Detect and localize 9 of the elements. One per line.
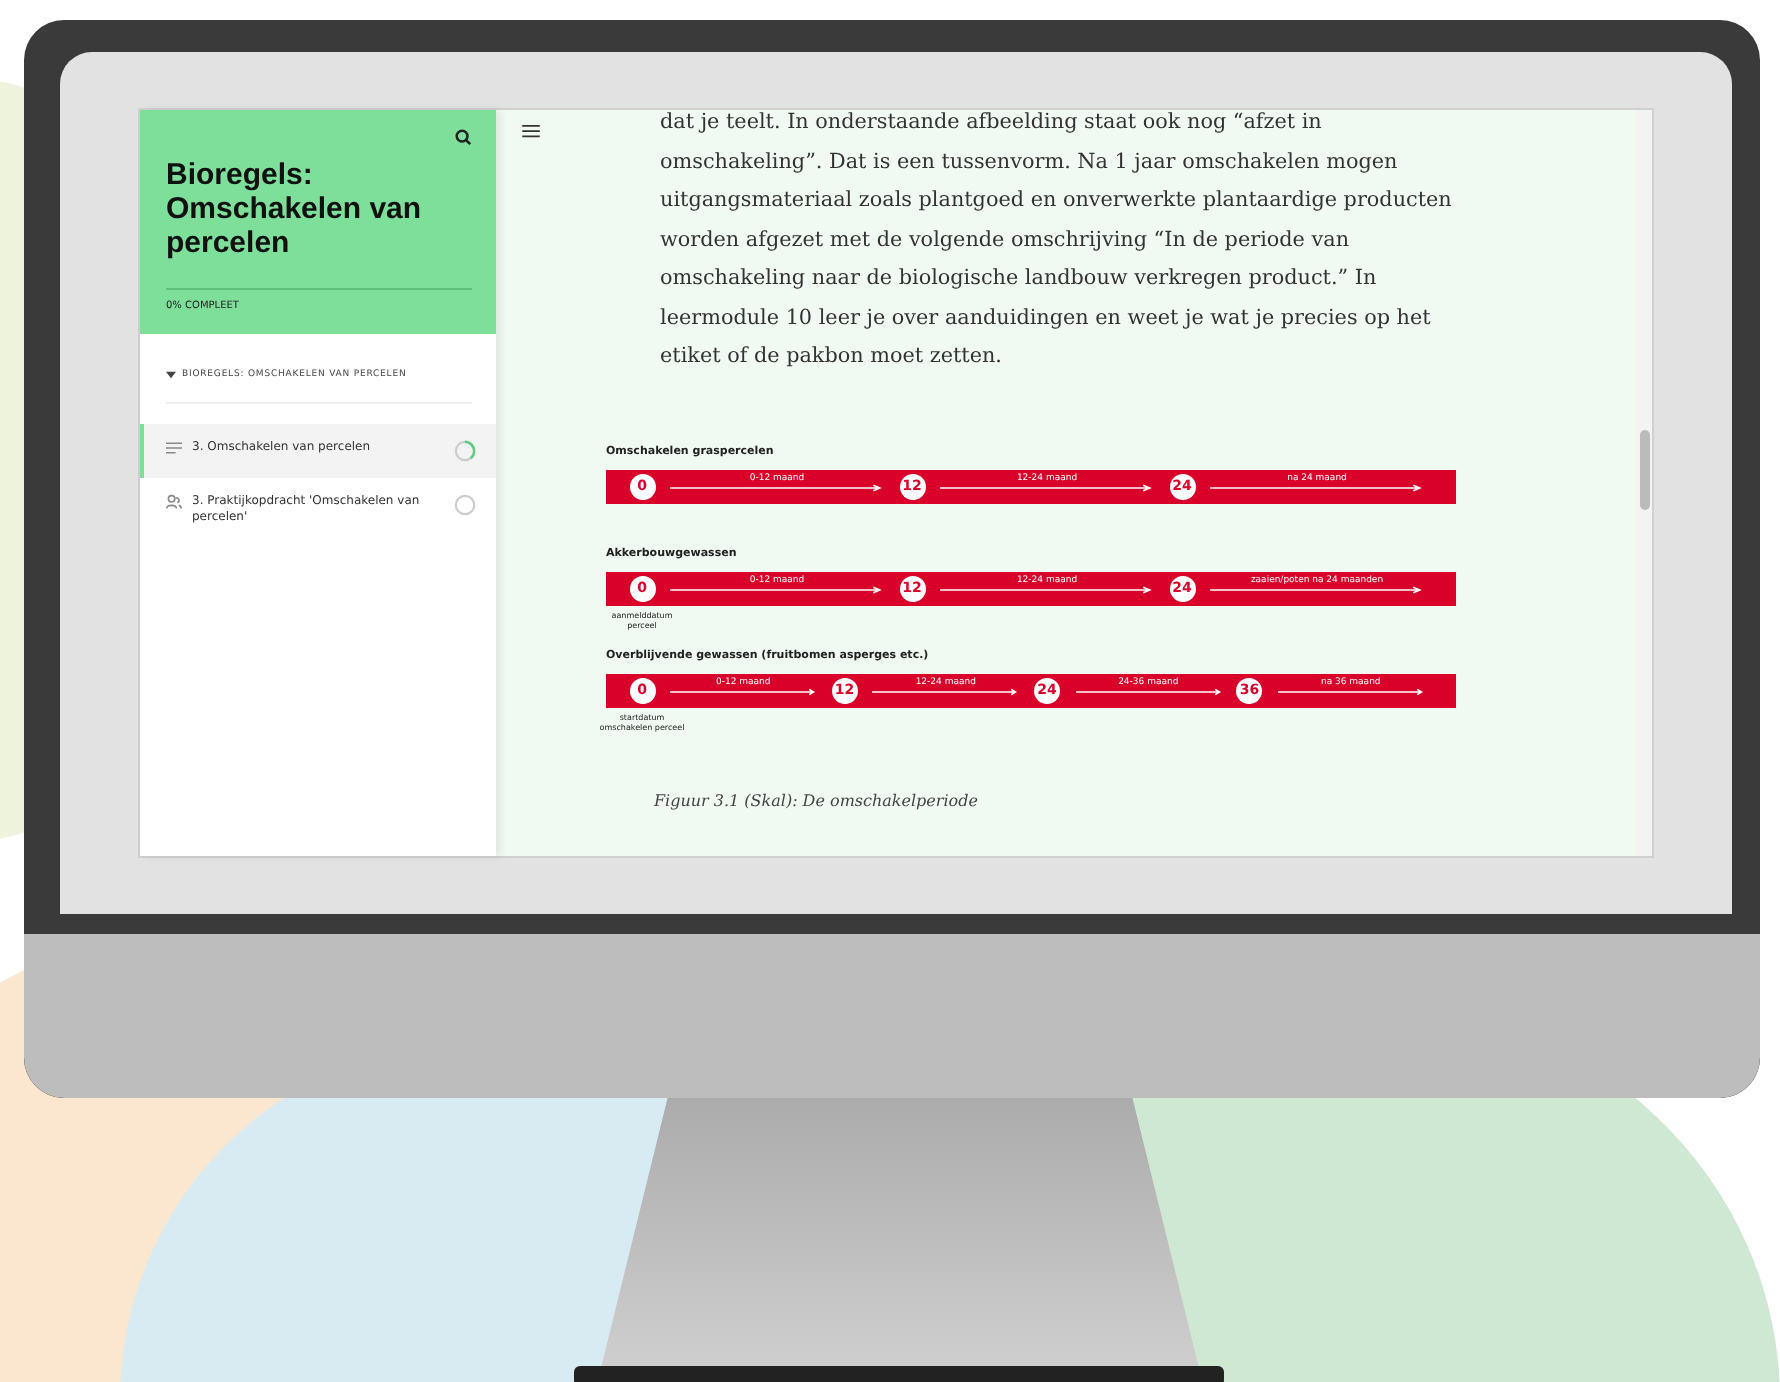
figure-caption: Figuur 3.1 (Skal): De omschakelperiode bbox=[654, 791, 980, 809]
menu-icon[interactable] bbox=[522, 124, 540, 138]
scrollbar[interactable] bbox=[1636, 110, 1652, 856]
people-icon bbox=[166, 494, 182, 510]
body-paragraph: dat je teelt. In onderstaande afbeelding staat ook nog “afzet in omschakeling”. Dat is een tussenvorm. Na 1 jaar omschakelen mogen uitgangsmateriaal zoals plantgoed en onverwerkte plantaardige producten worden afgezet met de volgende omschrijving “In de periode van omschakeling naar de biologische landbouw verkregen product.” In leermodule 10 leer je over aanduidingen en weet je wat je precies op het etiket of de pakbon moet zetten. bbox=[660, 110, 1454, 372]
text-lines-icon bbox=[166, 440, 182, 456]
course-title: Bioregels: Omschakelen van percelen bbox=[166, 156, 424, 260]
search-icon[interactable] bbox=[454, 128, 472, 146]
caret-icon bbox=[166, 370, 176, 380]
